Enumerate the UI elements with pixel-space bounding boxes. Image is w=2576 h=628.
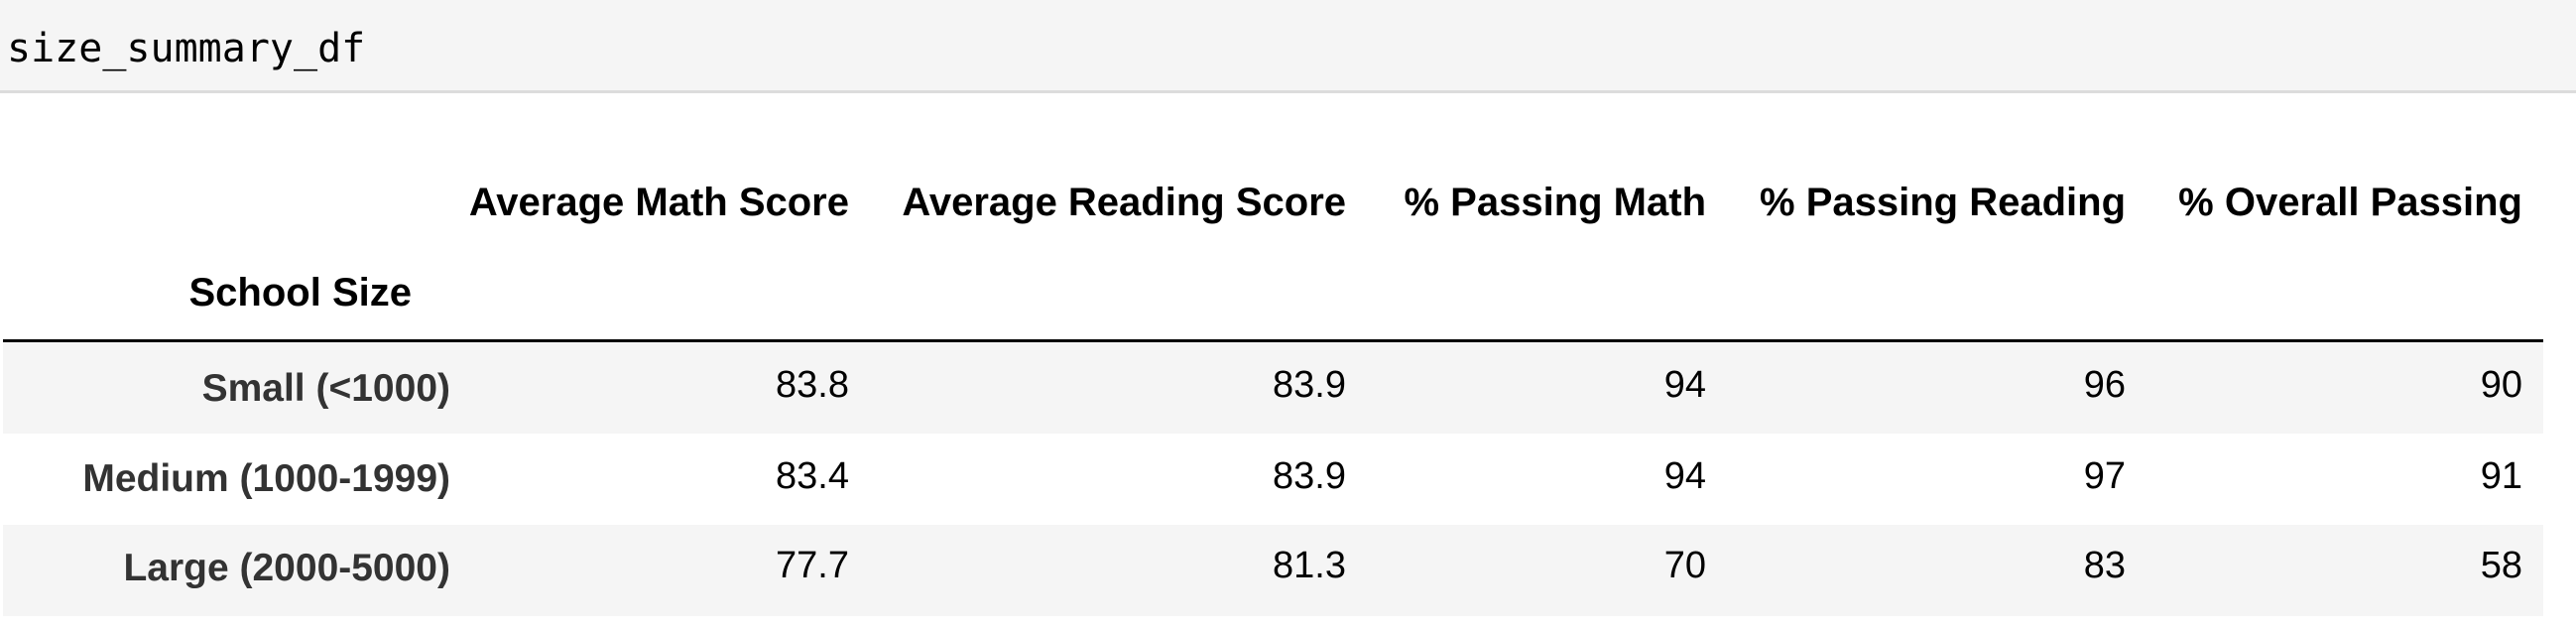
table-cell: 77.7 [776,545,849,586]
row-label: Medium (1000-1999) [82,457,450,500]
row-label: Small (<1000) [201,367,450,410]
table-cell: 94 [1663,455,1706,497]
column-header-passing-math: % Passing Math [1404,181,1706,224]
table-cell: 94 [1663,364,1706,406]
table-cell: 90 [2480,364,2522,406]
table-row: Medium (1000-1999) 83.4 83.9 94 97 91 [3,434,2543,525]
column-header-passing-reading: % Passing Reading [1760,181,2126,224]
table-cell: 83.4 [776,455,849,497]
table-cell: 83 [2083,545,2126,586]
column-header-average-math-score: Average Math Score [468,181,849,224]
table-cell: 91 [2480,455,2522,497]
table-row: Small (<1000) 83.8 83.9 94 96 90 [3,342,2543,434]
index-header-school-size: School Size [188,271,413,314]
table-cell: 96 [2083,364,2126,406]
table-cell: 70 [1663,545,1706,586]
dataframe-output: Average Math Score Average Reading Score… [0,93,2576,628]
table-cell: 81.3 [1273,545,1346,586]
table-cell: 58 [2480,545,2522,586]
column-header-average-reading-score: Average Reading Score [902,181,1346,224]
table-cell: 83.9 [1273,455,1346,497]
table-cell: 83.8 [776,364,849,406]
table-cell: 97 [2083,455,2126,497]
code-cell-source[interactable]: size_summary_df [7,24,365,73]
column-header-overall-passing: % Overall Passing [2178,181,2522,224]
table-row: Large (2000-5000) 77.7 81.3 70 83 58 [3,525,2543,616]
code-cell-input[interactable]: size_summary_df [0,0,2576,93]
row-label: Large (2000-5000) [123,547,450,589]
table-cell: 83.9 [1273,364,1346,406]
